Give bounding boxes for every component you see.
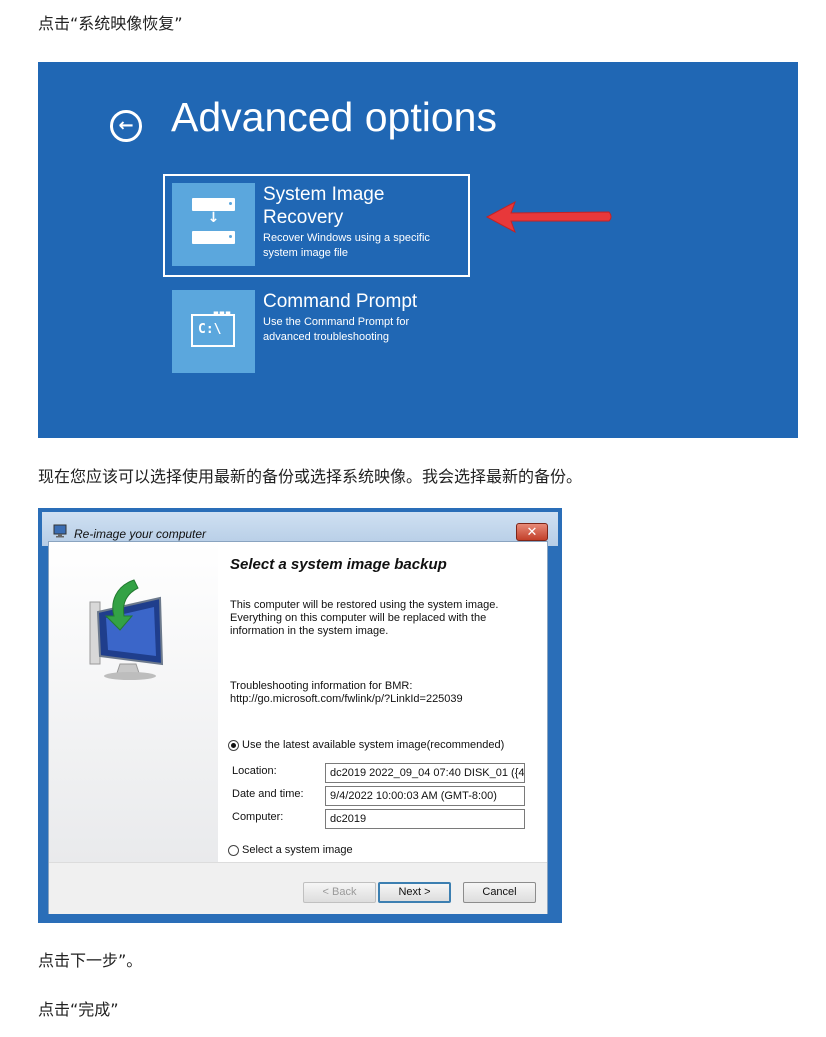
back-arrow-icon[interactable]: ← — [110, 110, 142, 142]
step-click-next: 点击下一步”。 — [38, 951, 143, 970]
radio-selected-icon — [228, 739, 239, 751]
dialog-footer: < Back Next > Cancel — [49, 862, 547, 914]
tile-description: Use the Command Prompt for advanced trou… — [263, 316, 410, 343]
dialog-heading: Select a system image backup — [230, 556, 447, 573]
restore-computer-icon — [89, 579, 164, 680]
console-window-icon: ▪▪▪ C:\ — [191, 310, 235, 347]
step-select-system-image-recovery: 点击“系统映像恢复” — [38, 14, 183, 33]
select-image-radio[interactable]: Select a system image — [228, 844, 353, 856]
tile-description: Recover Windows using a specific system … — [263, 232, 430, 259]
next-button[interactable]: Next > — [378, 882, 451, 903]
computer-field: dc2019 — [325, 809, 525, 829]
dialog-title: Re-image your computer — [74, 527, 207, 541]
back-button[interactable]: < Back — [303, 882, 376, 903]
troubleshooting-info: Troubleshooting information for BMR: htt… — [230, 680, 463, 705]
command-prompt-tile[interactable]: ▪▪▪ C:\ Command Prompt Use the Command P… — [172, 290, 472, 375]
drive-icon — [192, 231, 235, 244]
dialog-left-pane — [49, 542, 218, 862]
date-time-label: Date and time: — [232, 788, 304, 800]
latest-image-radio[interactable]: Use the latest available system image(re… — [228, 739, 504, 751]
dialog-description: This computer will be restored using the… — [230, 599, 499, 637]
tile-title: System Image Recovery — [263, 184, 385, 228]
reimage-dialog: Re-image your computer ✕ Select a system… — [38, 508, 562, 923]
advanced-options-title: Advanced options — [171, 94, 497, 140]
advanced-options-screen: ← Advanced options ↓ System Image Recove… — [38, 62, 798, 438]
download-arrow-icon: ↓ — [207, 210, 220, 226]
system-image-icon: ↓ — [172, 183, 255, 266]
red-annotation-arrow-icon — [485, 200, 612, 234]
date-time-field: 9/4/2022 10:00:03 AM (GMT-8:00) — [325, 786, 525, 806]
radio-unselected-icon — [228, 844, 239, 856]
system-image-recovery-tile[interactable]: ↓ System Image Recovery Recover Windows … — [172, 183, 472, 268]
step-click-finish: 点击“完成” — [38, 1000, 119, 1019]
location-label: Location: — [232, 765, 277, 777]
tile-title: Command Prompt — [263, 291, 418, 312]
computer-icon — [53, 524, 67, 538]
step-choose-latest-backup: 现在您应该可以选择使用最新的备份或选择系统映像。我会选择最新的备份。 — [38, 467, 583, 486]
cancel-button[interactable]: Cancel — [463, 882, 536, 903]
computer-label: Computer: — [232, 811, 284, 823]
command-prompt-icon: ▪▪▪ C:\ — [172, 290, 255, 373]
close-button[interactable]: ✕ — [516, 523, 548, 541]
location-field: dc2019 2022_09_04 07:40 DISK_01 ({4 — [325, 763, 525, 783]
dialog-body: Select a system image backup This comput… — [48, 541, 548, 914]
